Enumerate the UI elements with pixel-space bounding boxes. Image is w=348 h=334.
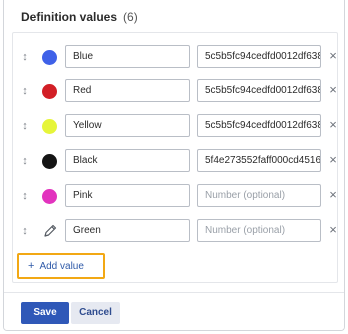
color-swatch[interactable] bbox=[42, 84, 57, 99]
add-value-button[interactable]: + Add value bbox=[17, 253, 105, 279]
value-name-input[interactable]: Blue bbox=[65, 45, 190, 68]
remove-icon[interactable]: × bbox=[328, 188, 338, 202]
definition-values-panel: Definition values (6) ↕ Blue 5c5b5fc94ced… bbox=[3, 0, 345, 331]
value-row: ↕ Red 5c5b5fc94cedfd0012df6386 × bbox=[13, 78, 339, 104]
value-row: ↕ Pink Number (optional) × bbox=[13, 183, 339, 209]
remove-icon[interactable]: × bbox=[328, 83, 338, 97]
value-name-input[interactable]: Red bbox=[65, 79, 190, 102]
drag-handle-icon[interactable]: ↕ bbox=[21, 154, 29, 168]
drag-handle-icon[interactable]: ↕ bbox=[21, 224, 29, 238]
cancel-button[interactable]: Cancel bbox=[71, 302, 120, 324]
remove-icon[interactable]: × bbox=[328, 118, 338, 132]
value-name-input[interactable]: Pink bbox=[65, 184, 190, 207]
remove-icon[interactable]: × bbox=[328, 153, 338, 167]
section-title: Definition values bbox=[21, 10, 118, 24]
remove-icon[interactable]: × bbox=[328, 49, 338, 63]
value-name-input[interactable]: Green bbox=[65, 219, 190, 242]
value-number-input[interactable]: 5f4e273552faff000cd45164 bbox=[197, 149, 321, 172]
add-value-label: Add value bbox=[39, 261, 84, 272]
color-swatch[interactable] bbox=[42, 154, 57, 169]
value-row: ↕ Blue 5c5b5fc94cedfd0012df6385 × bbox=[13, 44, 339, 70]
value-number-input[interactable]: Number (optional) bbox=[197, 219, 321, 242]
drag-handle-icon[interactable]: ↕ bbox=[21, 119, 29, 133]
value-name-input[interactable]: Black bbox=[65, 149, 190, 172]
color-swatch[interactable] bbox=[42, 189, 57, 204]
value-count: (6) bbox=[123, 10, 138, 24]
value-name-input[interactable]: Yellow bbox=[65, 114, 190, 137]
color-swatch[interactable] bbox=[42, 119, 57, 134]
drag-handle-icon[interactable]: ↕ bbox=[21, 50, 29, 64]
value-row: ↕ Yellow 5c5b5fc94cedfd0012df6387 × bbox=[13, 113, 339, 139]
value-number-input[interactable]: 5c5b5fc94cedfd0012df6385 bbox=[197, 45, 321, 68]
save-button[interactable]: Save bbox=[21, 302, 69, 324]
drag-handle-icon[interactable]: ↕ bbox=[21, 84, 29, 98]
color-swatch[interactable] bbox=[42, 50, 57, 65]
value-number-input[interactable]: 5c5b5fc94cedfd0012df6387 bbox=[197, 114, 321, 137]
value-row: ↕ Green Number (optional) × bbox=[13, 218, 339, 244]
value-number-input[interactable]: Number (optional) bbox=[197, 184, 321, 207]
values-list: ↕ Blue 5c5b5fc94cedfd0012df6385 × ↕ Red … bbox=[12, 32, 338, 283]
drag-handle-icon[interactable]: ↕ bbox=[21, 189, 29, 203]
plus-icon: + bbox=[28, 260, 35, 272]
pencil-icon[interactable] bbox=[41, 222, 59, 240]
value-row: ↕ Black 5f4e273552faff000cd45164 × bbox=[13, 148, 339, 174]
value-number-input[interactable]: 5c5b5fc94cedfd0012df6386 bbox=[197, 79, 321, 102]
section-header: Definition values (6) bbox=[21, 10, 138, 24]
remove-icon[interactable]: × bbox=[328, 223, 338, 237]
